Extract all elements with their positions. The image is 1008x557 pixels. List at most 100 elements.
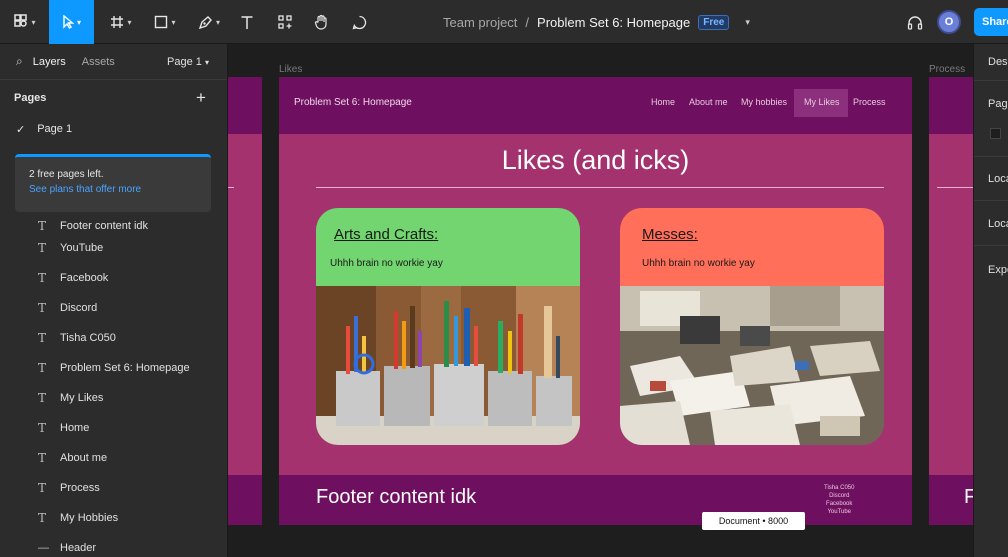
right-frame-partial[interactable]: F: [929, 77, 973, 525]
share-button[interactable]: Share: [974, 8, 1008, 36]
nav-link-about-me[interactable]: About me: [689, 97, 728, 107]
layer-item[interactable]: T Facebook: [0, 263, 227, 293]
frame-layer-icon: —: [38, 542, 49, 554]
footer-link[interactable]: Discord: [829, 493, 849, 500]
tab-design[interactable]: Design: [988, 56, 1008, 68]
search-icon[interactable]: ⌕: [16, 54, 23, 69]
chevron-down-icon: ▾: [204, 57, 209, 67]
left-frame-nav: [228, 77, 262, 134]
layer-item[interactable]: T About me: [0, 443, 227, 473]
local-variables-label[interactable]: Local: [988, 173, 1008, 185]
layer-label: About me: [60, 452, 108, 464]
file-name[interactable]: Problem Set 6: Homepage: [537, 15, 690, 30]
layer-label: Home: [60, 422, 90, 434]
footer-link[interactable]: YouTube: [827, 509, 851, 516]
right-frame-label[interactable]: Process: [929, 64, 965, 75]
resources-button[interactable]: [274, 0, 296, 44]
pen-icon: [198, 15, 212, 29]
layer-list: T Footer content idk T YouTube T Facebook T…: [0, 219, 227, 557]
card-subtitle: Uhhh brain no workie yay: [330, 258, 443, 269]
layer-item[interactable]: T Home: [0, 413, 227, 443]
pages-heading: Pages: [14, 92, 47, 104]
pages-header: Pages +: [0, 80, 227, 116]
main-menu-button[interactable]: ▾: [8, 0, 42, 44]
nav-link-my-likes[interactable]: My Likes: [804, 97, 840, 107]
text-layer-icon: T: [38, 481, 47, 495]
text-layer-icon: T: [38, 391, 47, 405]
tab-layers[interactable]: Layers: [33, 56, 66, 68]
left-frame-partial[interactable]: [228, 77, 262, 525]
hand-icon: [314, 14, 327, 30]
nav-link-home[interactable]: Home: [651, 97, 675, 107]
heading-divider: [316, 187, 884, 188]
layer-item[interactable]: T Problem Set 6: Homepage: [0, 353, 227, 383]
layer-item[interactable]: T Tisha C050: [0, 323, 227, 353]
comment-icon: [352, 15, 366, 29]
audio-button[interactable]: [904, 0, 926, 44]
layer-item[interactable]: T Process: [0, 473, 227, 503]
frame-icon: [111, 16, 124, 28]
text-tool-button[interactable]: [236, 0, 258, 44]
layer-label: My Hobbies: [60, 512, 119, 524]
site-name: Problem Set 6: Homepage: [294, 97, 412, 108]
upsell-link[interactable]: See plans that offer more: [29, 184, 197, 195]
chevron-down-icon[interactable]: ▾: [745, 17, 750, 28]
chevron-down-icon: ▾: [127, 17, 132, 27]
layer-item[interactable]: T Footer content idk: [0, 219, 227, 233]
footer-link[interactable]: Tisha C050: [824, 485, 854, 492]
right-frame-footer-text: F: [964, 486, 973, 508]
export-label[interactable]: Export: [988, 264, 1008, 276]
divider: [974, 80, 1008, 81]
page-color-swatch[interactable]: [990, 128, 1001, 139]
messy-desk-photo: [620, 286, 884, 445]
plan-badge: Free: [698, 14, 730, 30]
comment-tool-button[interactable]: [348, 0, 370, 44]
layer-item[interactable]: — Header: [0, 533, 227, 557]
layer-item[interactable]: T Discord: [0, 293, 227, 323]
upsell-message: 2 free pages left.: [29, 169, 104, 180]
pen-tool-button[interactable]: ▾: [192, 0, 226, 44]
card-messes[interactable]: Messes: Uhhh brain no workie yay: [620, 208, 884, 445]
layer-item[interactable]: T My Likes: [0, 383, 227, 413]
text-layer-icon: T: [38, 219, 47, 233]
likes-frame[interactable]: Problem Set 6: Homepage Home About me My…: [279, 77, 912, 525]
checkmark-icon: ✓: [16, 123, 26, 136]
layer-label: Facebook: [60, 272, 109, 284]
frame-label[interactable]: Likes: [279, 64, 302, 75]
text-layer-icon: T: [38, 421, 47, 435]
card-title: Messes:: [642, 226, 698, 243]
divider: [974, 156, 1008, 157]
add-page-icon[interactable]: +: [196, 88, 206, 108]
card-subtitle: Uhhh brain no workie yay: [642, 258, 755, 269]
chevron-down-icon: ▾: [76, 17, 81, 27]
chevron-down-icon: ▾: [31, 17, 36, 27]
nav-link-my-hobbies[interactable]: My hobbies: [741, 97, 787, 107]
tab-assets[interactable]: Assets: [82, 56, 115, 68]
avatar[interactable]: O: [937, 10, 961, 34]
footer-links: Tisha C050 Discord Facebook YouTube: [824, 485, 854, 516]
breadcrumb-separator: /: [525, 14, 530, 30]
right-panel: Design Page Local Local Export: [973, 44, 1008, 557]
shape-tool-button[interactable]: ▾: [148, 0, 182, 44]
page-selector-label: Page 1: [167, 55, 202, 68]
layer-label: Discord: [60, 302, 98, 314]
layer-item[interactable]: T YouTube: [0, 233, 227, 263]
footer-link[interactable]: Facebook: [826, 501, 852, 508]
hand-tool-button[interactable]: [310, 0, 332, 44]
canvas[interactable]: Process F Likes Problem Set 6: Homepage …: [228, 44, 973, 557]
layer-item[interactable]: T My Hobbies: [0, 503, 227, 533]
page-heading: Likes (and icks): [501, 145, 690, 175]
text-layer-icon: T: [38, 331, 47, 345]
move-tool-button[interactable]: ▾: [49, 0, 94, 44]
text-layer-icon: T: [38, 301, 47, 315]
breadcrumb: Team project / Problem Set 6: Homepage F…: [443, 0, 750, 44]
page-item-page-1[interactable]: ✓ Page 1: [0, 116, 227, 142]
card-arts-and-crafts[interactable]: Arts and Crafts: Uhhh brain no workie ya…: [316, 208, 580, 445]
nav-link-process[interactable]: Process: [853, 97, 886, 107]
local-styles-label[interactable]: Local: [988, 218, 1008, 230]
frame-tool-button[interactable]: ▾: [104, 0, 138, 44]
site-footer: Footer content idk Tisha C050 Discord Fa…: [279, 475, 912, 525]
page-selector[interactable]: Page 1 ▾: [167, 56, 209, 68]
rectangle-icon: [155, 15, 168, 29]
team-name[interactable]: Team project: [443, 15, 517, 30]
